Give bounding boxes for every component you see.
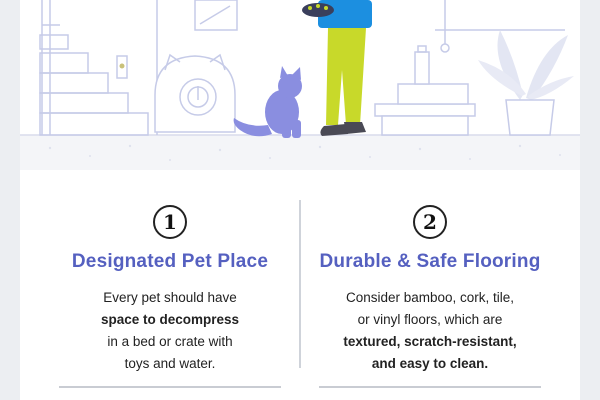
floor	[20, 135, 580, 170]
step-2-description: Consider bamboo, cork, tile, or vinyl fl…	[300, 287, 560, 375]
staircase	[39, 0, 149, 136]
step-2-line-2: or vinyl floors, which are	[357, 312, 503, 327]
step-1-description: Every pet should have space to decompres…	[40, 287, 300, 375]
step-1-title: Designated Pet Place	[71, 251, 269, 272]
step-2-title: Durable & Safe Flooring	[319, 251, 541, 272]
step-2-line-4: and easy to clean.	[300, 353, 560, 375]
step-1-line-1: Every pet should have	[103, 290, 237, 305]
plant	[478, 30, 574, 136]
step-1-line-3: in a bed or crate with	[107, 334, 233, 349]
person-figure	[302, 0, 372, 136]
step-2-highlight-2: and easy to clean.	[371, 356, 489, 371]
step-1-highlight: space to decompress	[100, 312, 240, 327]
step-2-line-3: textured, scratch-resistant,	[300, 331, 560, 353]
bottom-rule-right	[319, 386, 541, 388]
step-2-highlight-1: textured, scratch-resistant,	[343, 334, 517, 349]
step-2-column: 2 Durable & Safe Flooring Consider bambo…	[300, 205, 560, 375]
step-1-number-badge: 1	[153, 205, 187, 239]
infographic-card: 1 Designated Pet Place Every pet should …	[20, 0, 580, 400]
cat-figure	[233, 66, 302, 138]
step-2-line-1: Consider bamboo, cork, tile,	[345, 290, 515, 305]
bottom-rule-left	[59, 386, 281, 388]
litter-box	[154, 53, 236, 133]
step-1-line-2: space to decompress	[40, 309, 300, 331]
step-2-number-badge: 2	[413, 205, 447, 239]
step-1-column: 1 Designated Pet Place Every pet should …	[40, 205, 300, 375]
step-1-line-4: toys and water.	[124, 356, 216, 371]
room-illustration	[20, 0, 580, 170]
